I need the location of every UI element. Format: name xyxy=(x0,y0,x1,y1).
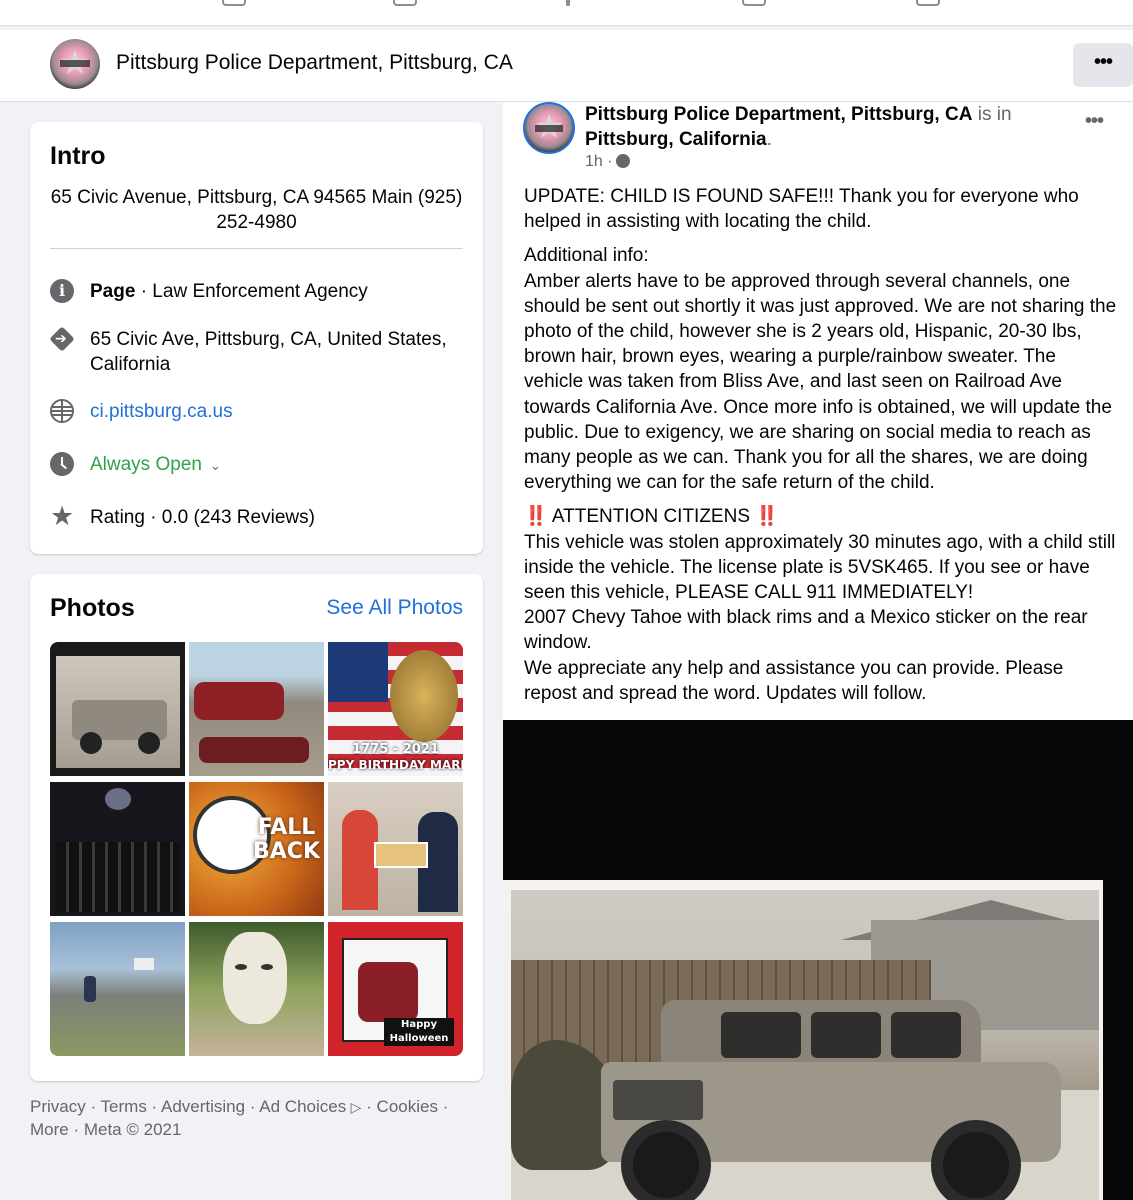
hours-status[interactable]: Always Open xyxy=(90,454,202,475)
rating-text: Rating · 0.0 (243 Reviews) xyxy=(90,507,315,528)
footer-link-cookies[interactable]: Cookies xyxy=(377,1097,438,1116)
double-exclamation-icon: ‼️ xyxy=(524,506,548,528)
clock-icon xyxy=(50,452,74,476)
post-author-avatar[interactable]: ★ xyxy=(523,102,575,154)
photo-fall-back[interactable]: FALL BACK xyxy=(189,782,324,916)
footer-link-advertising[interactable]: Advertising xyxy=(161,1097,245,1116)
page-title[interactable]: Pittsburg Police Department, Pittsburg, … xyxy=(116,51,513,75)
top-navigation-bar xyxy=(0,0,1133,26)
watch-icon[interactable] xyxy=(393,0,417,6)
photo-michael-myers-mask[interactable] xyxy=(189,922,324,1056)
divider xyxy=(50,248,463,249)
photo-staff-group[interactable] xyxy=(50,782,185,916)
globe-icon xyxy=(50,399,74,423)
footer-link-privacy[interactable]: Privacy xyxy=(30,1097,86,1116)
marines-year: 1775 - 2021 xyxy=(352,742,439,757)
page-header: ★ Pittsburg Police Department, Pittsburg… xyxy=(0,30,1133,102)
attention-text: ATTENTION CITIZENS xyxy=(551,506,750,528)
post-additional-info: Additional info: Amber alerts have to be… xyxy=(524,245,1117,494)
ad-choices-icon[interactable]: ▷ xyxy=(346,1100,362,1116)
halloween-caption: Happy Halloween xyxy=(384,1018,454,1046)
post-alert-text: This vehicle was stolen approximately 30… xyxy=(524,531,1116,704)
badge-band xyxy=(60,60,90,67)
photo-halloween[interactable]: Happy Halloween xyxy=(328,922,463,1056)
intro-card: Intro 65 Civic Avenue, Pittsburg, CA 945… xyxy=(30,122,483,554)
photo-stolen-suv[interactable] xyxy=(50,642,185,776)
info-icon: i xyxy=(50,279,74,303)
post-update-text: UPDATE: CHILD IS FOUND SAFE!!! Thank you… xyxy=(524,186,1079,233)
home-icon[interactable] xyxy=(222,0,246,6)
more-options-button[interactable]: ••• xyxy=(1073,43,1133,87)
directions-icon xyxy=(50,327,74,352)
footer-link-ad-choices[interactable]: Ad Choices xyxy=(259,1097,346,1116)
photo-grid: 1775 - 2021 PPY BIRTHDAY MARIN FALL BACK xyxy=(50,642,463,1056)
post-attention-heading: ‼️ ATTENTION CITIZENS ‼️ xyxy=(524,504,1119,529)
post-body: UPDATE: CHILD IS FOUND SAFE!!! Thank you… xyxy=(524,184,1119,715)
footer-copyright: Meta © 2021 xyxy=(83,1120,182,1139)
see-all-photos-link[interactable]: See All Photos xyxy=(326,596,463,620)
footer: Privacy · Terms · Advertising · Ad Choic… xyxy=(30,1097,449,1139)
badge-band xyxy=(534,125,564,132)
address-text: 65 Civic Ave, Pittsburg, CA, United Stat… xyxy=(90,329,447,375)
page-avatar[interactable]: ★ xyxy=(50,39,100,89)
photo-red-car[interactable] xyxy=(189,642,324,776)
category-value: · Law Enforcement Agency xyxy=(135,281,368,302)
footer-link-terms[interactable]: Terms xyxy=(101,1097,147,1116)
post-timestamp[interactable]: 1h · xyxy=(585,153,613,170)
chevron-down-icon[interactable]: ⌄ xyxy=(210,458,221,473)
post-photo-stolen-tahoe[interactable] xyxy=(503,720,1133,1200)
photos-heading: Photos xyxy=(50,594,135,622)
star-icon: ★ xyxy=(50,501,75,532)
photo-print xyxy=(503,880,1103,1200)
post-meta: 1h · xyxy=(585,153,630,171)
post-is-in: is in xyxy=(977,104,1012,125)
intro-bio: 65 Civic Avenue, Pittsburg, CA 94565 Mai… xyxy=(50,187,463,233)
footer-link-more[interactable]: More xyxy=(30,1120,69,1139)
post-location[interactable]: Pittsburg, California xyxy=(585,129,767,150)
fall-back-caption: FALL BACK xyxy=(253,815,320,864)
post: ★ Pittsburg Police Department, Pittsburg… xyxy=(503,102,1133,1200)
groups-icon[interactable] xyxy=(742,0,766,6)
category-label: Page xyxy=(90,281,136,302)
website-link[interactable]: ci.pittsburg.ca.us xyxy=(90,399,470,424)
post-author-name[interactable]: Pittsburg Police Department, Pittsburg, … xyxy=(585,104,972,125)
marketplace-icon[interactable] xyxy=(566,0,570,6)
double-exclamation-icon: ‼️ xyxy=(755,506,779,528)
marines-caption: PPY BIRTHDAY MARIN xyxy=(328,758,463,772)
photos-card: Photos See All Photos 1775 - 2021 PPY BI… xyxy=(30,574,483,1081)
photo-roadside[interactable] xyxy=(50,922,185,1056)
photo-scene xyxy=(511,890,1099,1200)
public-globe-icon xyxy=(615,154,630,168)
gaming-icon[interactable] xyxy=(916,0,940,6)
suv-illustration xyxy=(601,1000,1061,1200)
post-options-button[interactable]: ••• xyxy=(1085,110,1104,133)
intro-heading: Intro xyxy=(50,142,106,170)
post-header: Pittsburg Police Department, Pittsburg, … xyxy=(585,104,1012,150)
photo-marines-birthday[interactable]: 1775 - 2021 PPY BIRTHDAY MARIN xyxy=(328,642,463,776)
photo-officers-donuts[interactable] xyxy=(328,782,463,916)
